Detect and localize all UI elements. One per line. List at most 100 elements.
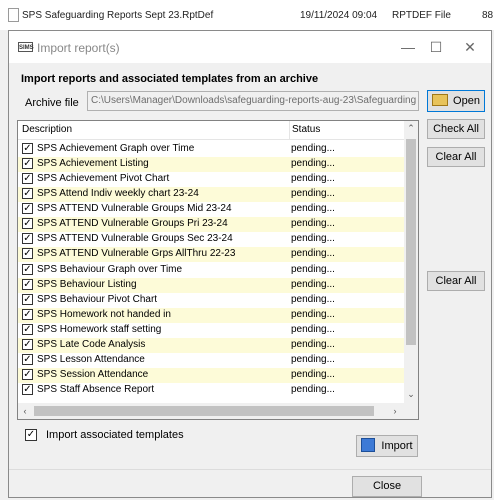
maximize-icon[interactable]: ☐ bbox=[421, 37, 451, 57]
row-status: pending... bbox=[291, 218, 335, 229]
row-description: SPS Late Code Analysis bbox=[37, 339, 146, 350]
column-header-status[interactable]: Status bbox=[292, 124, 320, 135]
list-item[interactable]: ✓ SPS ATTEND Vulnerable Groups Mid 23-24 p… bbox=[18, 202, 404, 217]
file-date: 19/11/2024 09:04 bbox=[300, 10, 378, 21]
open-button-label: Open bbox=[453, 95, 480, 107]
row-checkbox[interactable]: ✓ bbox=[22, 384, 33, 395]
list-item[interactable]: ✓ SPS Lesson Attendance pending... bbox=[18, 353, 404, 368]
close-icon[interactable]: ✕ bbox=[455, 37, 485, 57]
row-status: pending... bbox=[291, 233, 335, 244]
row-description: SPS Behaviour Graph over Time bbox=[37, 264, 183, 275]
list-item[interactable]: ✓ SPS Homework not handed in pending... bbox=[18, 308, 404, 323]
column-divider[interactable] bbox=[289, 121, 290, 139]
list-header: Description Status bbox=[18, 121, 404, 140]
row-description: SPS Session Attendance bbox=[37, 369, 149, 380]
row-checkbox[interactable]: ✓ bbox=[22, 218, 33, 229]
row-checkbox[interactable]: ✓ bbox=[22, 248, 33, 259]
row-status: pending... bbox=[291, 384, 335, 395]
window-title: Import report(s) bbox=[37, 41, 120, 55]
horizontal-scrollbar[interactable]: ‹ › bbox=[18, 403, 404, 419]
row-status: pending... bbox=[291, 369, 335, 380]
row-checkbox[interactable]: ✓ bbox=[22, 264, 33, 275]
list-item[interactable]: ✓ SPS Achievement Listing pending... bbox=[18, 157, 404, 172]
divider bbox=[9, 469, 491, 470]
scroll-right-icon[interactable]: › bbox=[388, 403, 402, 419]
list-item[interactable]: ✓ SPS ATTEND Vulnerable Groups Sec 23-24 p… bbox=[18, 232, 404, 247]
row-status: pending... bbox=[291, 324, 335, 335]
list-item[interactable]: ✓ SPS Session Attendance pending... bbox=[18, 368, 404, 383]
dialog-heading: Import reports and associated templates … bbox=[21, 73, 319, 85]
archive-file-label: Archive file bbox=[25, 97, 79, 109]
row-checkbox[interactable]: ✓ bbox=[22, 233, 33, 244]
row-status: pending... bbox=[291, 279, 335, 290]
row-checkbox[interactable]: ✓ bbox=[22, 143, 33, 154]
sims-app-icon: SIMS bbox=[18, 42, 34, 52]
row-checkbox[interactable]: ✓ bbox=[22, 354, 33, 365]
list-item[interactable]: ✓ SPS Achievement Pivot Chart pending... bbox=[18, 172, 404, 187]
file-size: 88 bbox=[482, 10, 494, 21]
row-description: SPS Achievement Graph over Time bbox=[37, 143, 195, 154]
import-button[interactable]: Import bbox=[356, 435, 418, 457]
row-checkbox[interactable]: ✓ bbox=[22, 158, 33, 169]
title-bar: SIMS Import report(s) — ☐ ✕ bbox=[9, 31, 491, 63]
row-status: pending... bbox=[291, 248, 335, 259]
row-checkbox[interactable]: ✓ bbox=[22, 339, 33, 350]
vertical-scroll-thumb[interactable] bbox=[406, 139, 416, 345]
column-header-description[interactable]: Description bbox=[22, 124, 72, 135]
row-description: SPS Achievement Pivot Chart bbox=[37, 173, 170, 184]
file-explorer-row[interactable]: SPS Safeguarding Reports Sept 23.RptDef … bbox=[0, 0, 494, 30]
reports-list[interactable]: Description Status ✓ SPS Achievement Grap… bbox=[17, 120, 419, 420]
scroll-down-icon[interactable]: ⌄ bbox=[404, 387, 418, 401]
list-item[interactable]: ✓ SPS Homework staff setting pending... bbox=[18, 323, 404, 338]
row-checkbox[interactable]: ✓ bbox=[22, 203, 33, 214]
row-status: pending... bbox=[291, 143, 335, 154]
row-checkbox[interactable]: ✓ bbox=[22, 188, 33, 199]
clear-all-button-2[interactable]: Clear All bbox=[427, 271, 485, 291]
list-item[interactable]: ✓ SPS Behaviour Listing pending... bbox=[18, 278, 404, 293]
row-status: pending... bbox=[291, 294, 335, 305]
check-all-button[interactable]: Check All bbox=[427, 119, 485, 139]
list-item[interactable]: ✓ SPS ATTEND Vulnerable Grps AllThru 22-2… bbox=[18, 247, 404, 262]
row-description: SPS Attend Indiv weekly chart 23-24 bbox=[37, 188, 199, 199]
row-description: SPS Behaviour Listing bbox=[37, 279, 137, 290]
file-name: SPS Safeguarding Reports Sept 23.RptDef bbox=[22, 10, 214, 21]
row-checkbox[interactable]: ✓ bbox=[22, 324, 33, 335]
row-description: SPS Behaviour Pivot Chart bbox=[37, 294, 158, 305]
row-description: SPS Staff Absence Report bbox=[37, 384, 155, 395]
clear-all-button[interactable]: Clear All bbox=[427, 147, 485, 167]
row-description: SPS ATTEND Vulnerable Grps AllThru 22-23 bbox=[37, 248, 236, 259]
row-description: SPS Homework staff setting bbox=[37, 324, 162, 335]
row-checkbox[interactable]: ✓ bbox=[22, 309, 33, 320]
checkbox-import-templates[interactable]: ✓ bbox=[25, 429, 37, 441]
row-status: pending... bbox=[291, 203, 335, 214]
minimize-icon[interactable]: — bbox=[393, 37, 423, 57]
row-checkbox[interactable]: ✓ bbox=[22, 279, 33, 290]
list-item[interactable]: ✓ SPS Behaviour Graph over Time pending... bbox=[18, 263, 404, 278]
list-item[interactable]: ✓ SPS Attend Indiv weekly chart 23-24 pend… bbox=[18, 187, 404, 202]
list-item[interactable]: ✓ SPS Staff Absence Report pending... bbox=[18, 383, 404, 398]
row-status: pending... bbox=[291, 158, 335, 169]
list-item[interactable]: ✓ SPS ATTEND Vulnerable Groups Pri 23-24 p… bbox=[18, 217, 404, 232]
row-description: SPS Homework not handed in bbox=[37, 309, 171, 320]
row-description: SPS ATTEND Vulnerable Groups Sec 23-24 bbox=[37, 233, 233, 244]
row-status: pending... bbox=[291, 339, 335, 350]
horizontal-scroll-thumb[interactable] bbox=[34, 406, 374, 416]
import-templates-label: Import associated templates bbox=[46, 429, 184, 441]
scroll-left-icon[interactable]: ‹ bbox=[18, 403, 32, 419]
row-checkbox[interactable]: ✓ bbox=[22, 369, 33, 380]
row-description: SPS Achievement Listing bbox=[37, 158, 149, 169]
list-item[interactable]: ✓ SPS Late Code Analysis pending... bbox=[18, 338, 404, 353]
open-button[interactable]: Open bbox=[427, 90, 485, 112]
row-checkbox[interactable]: ✓ bbox=[22, 294, 33, 305]
row-status: pending... bbox=[291, 188, 335, 199]
import-button-label: Import bbox=[381, 440, 413, 452]
scroll-up-icon[interactable]: ⌃ bbox=[404, 121, 418, 135]
list-item[interactable]: ✓ SPS Achievement Graph over Time pending.… bbox=[18, 142, 404, 157]
close-button[interactable]: Close bbox=[352, 476, 422, 497]
row-checkbox[interactable]: ✓ bbox=[22, 173, 33, 184]
import-reports-dialog: SIMS Import report(s) — ☐ ✕ Import repor… bbox=[8, 30, 492, 498]
row-description: SPS ATTEND Vulnerable Groups Pri 23-24 bbox=[37, 218, 228, 229]
archive-file-field[interactable]: C:\Users\Manager\Downloads\safeguarding-… bbox=[87, 91, 419, 111]
vertical-scrollbar[interactable]: ⌃ ⌄ bbox=[404, 121, 418, 403]
list-item[interactable]: ✓ SPS Behaviour Pivot Chart pending... bbox=[18, 293, 404, 308]
